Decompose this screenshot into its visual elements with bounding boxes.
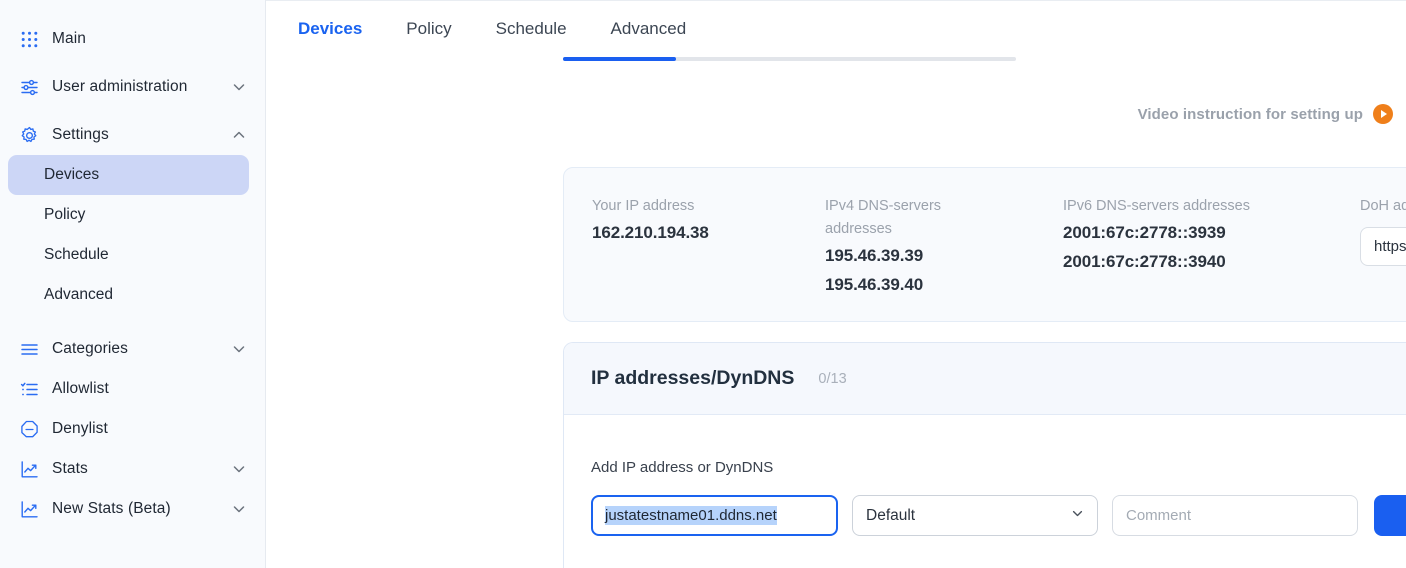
tab-schedule[interactable]: Schedule <box>496 19 567 53</box>
doh-address-field[interactable]: https://doh.safedns.com <box>1360 227 1406 266</box>
chevron-down-icon[interactable] <box>231 501 247 517</box>
tab-bar: Devices Policy Schedule Advanced <box>266 1 1406 53</box>
grid-dots-icon <box>16 26 42 52</box>
sidebar: Main User administration Settings Device… <box>0 0 266 568</box>
main-content: Devices Policy Schedule Advanced Video i… <box>266 0 1406 568</box>
sidebar-item-denylist[interactable]: Denylist <box>8 409 257 449</box>
gear-icon <box>16 122 42 148</box>
comment-input-placeholder: Comment <box>1126 507 1192 524</box>
play-circle-icon[interactable] <box>1373 104 1393 124</box>
checklist-icon <box>16 376 42 402</box>
sidebar-item-allowlist[interactable]: Allowlist <box>8 369 257 409</box>
sidebar-item-label: Main <box>52 30 86 47</box>
chevron-down-icon <box>1071 507 1084 525</box>
tab-label: Devices <box>298 19 363 38</box>
tab-underline-active <box>563 57 676 61</box>
sidebar-subitem-label: Advanced <box>44 286 113 303</box>
sidebar-subitem-label: Devices <box>44 166 100 183</box>
sidebar-item-devices[interactable]: Devices <box>8 155 249 195</box>
sidebar-item-user-administration[interactable]: User administration <box>8 67 257 107</box>
sidebar-item-label: Stats <box>52 460 88 477</box>
ipv4-label-line1: IPv4 DNS-servers <box>825 198 942 214</box>
ip-dyndns-card: IP addresses/DynDNS 0/13 Add IP address … <box>563 342 1406 568</box>
comment-input[interactable]: Comment <box>1112 495 1358 536</box>
ipv6-value-2: 2001:67c:2778::3940 <box>1063 252 1226 271</box>
sidebar-item-main[interactable]: Main <box>8 19 257 59</box>
app-root: Main User administration Settings Device… <box>0 0 1406 568</box>
chevron-down-icon[interactable] <box>231 461 247 477</box>
tab-label: Schedule <box>495 19 567 38</box>
ipv6-column: IPv6 DNS-servers addresses 2001:67c:2778… <box>1035 195 1332 321</box>
sidebar-subitem-label: Policy <box>44 206 86 223</box>
tab-advanced[interactable]: Advanced <box>611 19 687 53</box>
ip-dyndns-title: IP addresses/DynDNS <box>591 367 795 389</box>
ip-address-input[interactable]: justatestname01.ddns.net <box>591 495 838 536</box>
policy-select[interactable]: Default <box>852 495 1098 536</box>
chevron-down-icon[interactable] <box>231 341 247 357</box>
ip-dyndns-header: IP addresses/DynDNS 0/13 <box>564 343 1406 415</box>
doh-label-row: DoH address i <box>1360 195 1406 218</box>
video-instruction-label: Video instruction for setting up <box>1137 105 1363 123</box>
your-ip-column: Your IP address 162.210.194.38 <box>564 195 797 321</box>
ip-dyndns-count: 0/13 <box>818 370 847 387</box>
sidebar-item-label: New Stats (Beta) <box>52 500 171 517</box>
ipv4-column: IPv4 DNS-servers addresses 195.46.39.39 … <box>797 195 1035 321</box>
doh-label: DoH address <box>1360 198 1406 214</box>
ipv6-label: IPv6 DNS-servers addresses <box>1063 198 1250 214</box>
tab-label: Policy <box>406 19 452 38</box>
chevron-down-icon[interactable] <box>231 79 247 95</box>
sidebar-item-stats[interactable]: Stats <box>8 449 257 489</box>
tab-policy[interactable]: Policy <box>406 19 451 53</box>
sidebar-item-label: User administration <box>52 78 188 95</box>
sidebar-item-settings[interactable]: Settings <box>8 115 257 155</box>
your-ip-label: Your IP address <box>592 198 695 214</box>
sidebar-item-label: Settings <box>52 126 109 143</box>
list-icon <box>16 336 42 362</box>
add-ip-label: Add IP address or DynDNS <box>591 459 774 476</box>
policy-select-value: Default <box>866 506 916 524</box>
tab-label: Advanced <box>610 19 687 38</box>
ip-address-input-value: justatestname01.ddns.net <box>605 506 777 525</box>
sidebar-item-label: Categories <box>52 340 128 357</box>
doh-column: DoH address i https://doh.safedns.com <box>1332 195 1406 321</box>
sidebar-item-label: Denylist <box>52 420 108 437</box>
add-button[interactable]: Add <box>1374 495 1406 536</box>
video-instruction-link[interactable]: Video instruction for setting up <box>1138 104 1393 124</box>
network-info-card: Your IP address 162.210.194.38 IPv4 DNS-… <box>563 167 1406 322</box>
chevron-up-icon[interactable] <box>231 127 247 143</box>
chart-icon <box>16 456 42 482</box>
tab-devices[interactable]: Devices <box>298 19 362 53</box>
minus-circle-icon <box>16 416 42 442</box>
sliders-icon <box>16 74 42 100</box>
add-ip-form: justatestname01.ddns.net Default Comment <box>591 495 1406 536</box>
sidebar-item-policy[interactable]: Policy <box>8 195 249 235</box>
ipv6-value-1: 2001:67c:2778::3939 <box>1063 223 1226 242</box>
ip-dyndns-body: Add IP address or DynDNS justatestname01… <box>564 415 1406 536</box>
your-ip-value: 162.210.194.38 <box>592 223 709 242</box>
sidebar-item-label: Allowlist <box>52 380 109 397</box>
chart-icon <box>16 496 42 522</box>
sidebar-item-advanced[interactable]: Advanced <box>8 275 249 315</box>
sidebar-item-new-stats-beta[interactable]: New Stats (Beta) <box>8 489 257 529</box>
doh-address-value: https://doh.safedns.com <box>1374 238 1406 255</box>
sidebar-subitem-label: Schedule <box>44 246 109 263</box>
sidebar-item-schedule[interactable]: Schedule <box>8 235 249 275</box>
ipv4-value-2: 195.46.39.40 <box>825 275 924 294</box>
ipv4-label-line2: addresses <box>825 221 892 237</box>
sidebar-item-categories[interactable]: Categories <box>8 329 257 369</box>
ipv4-value-1: 195.46.39.39 <box>825 246 924 265</box>
